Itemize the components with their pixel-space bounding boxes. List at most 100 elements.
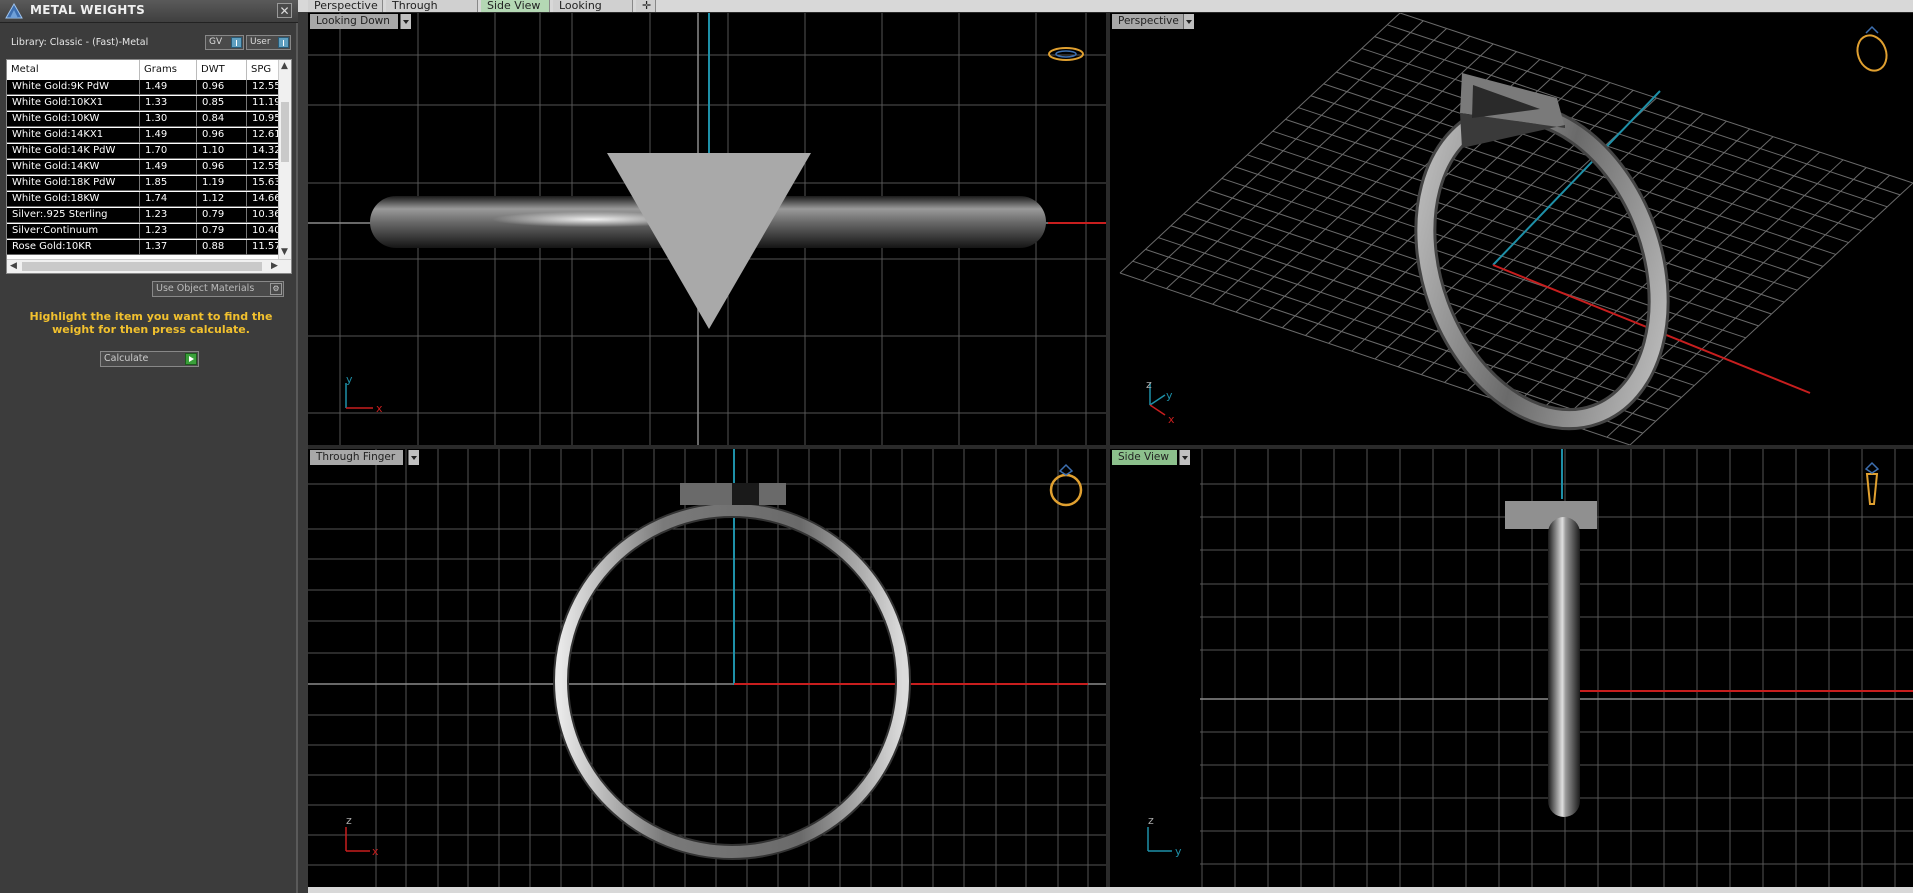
table-cell-spg: 10.36 [247,208,279,223]
panel-title: METAL WEIGHTS [30,3,146,17]
table-cell-spg: 12.55 [247,80,279,95]
table-cell-metal: White Gold:18KW [7,192,140,207]
scroll-thumb[interactable] [22,262,262,271]
use-object-materials-button[interactable]: Use Object Materials ⚙ [152,281,284,297]
toggle-switch-icon [231,37,242,48]
table-cell-metal: Rose Gold:10KR [7,240,140,255]
table-row[interactable]: White Gold:14KW 1.49 0.96 12.55 [7,160,279,175]
scroll-thumb[interactable] [281,102,289,162]
column-header-spg[interactable]: SPG [247,60,279,80]
gv-toggle-label: GV [209,37,223,47]
viewport-label-through-finger[interactable]: Through Finger [310,450,404,465]
calculate-label: Calculate [104,353,149,364]
table-row[interactable]: White Gold:10KX1 1.33 0.85 11.19 [7,96,279,111]
scroll-right-icon[interactable]: ▶ [271,260,278,272]
toggle-switch-icon [278,37,289,48]
viewport-label-perspective[interactable]: Perspective [1112,14,1187,29]
axis-label-x: x [1168,413,1175,426]
vertical-scrollbar[interactable]: ▲ ▼ [278,60,291,260]
table-cell-dwt: 1.19 [197,176,247,191]
viewport-label-side-view[interactable]: Side View [1112,450,1177,465]
table-row[interactable]: Silver:Continuum 1.23 0.79 10.40 [7,224,279,239]
status-bar [308,887,1913,893]
ring-orientation-icon[interactable] [1049,463,1083,507]
table-cell-grams: 1.23 [140,224,197,239]
table-cell-grams: 1.30 [140,112,197,127]
chevron-down-icon[interactable] [1183,14,1194,29]
metal-weights-panel: METAL WEIGHTS ✕ Library: Classic - (Fast… [0,0,298,893]
add-tab-button[interactable]: ✛ [636,0,656,12]
table-cell-grams: 1.49 [140,128,197,143]
table-cell-dwt: 0.84 [197,112,247,127]
axis-gizmo [1147,827,1172,852]
column-header-dwt[interactable]: DWT [197,60,247,80]
tab-through-finger[interactable]: Through Finger [386,0,478,12]
table-row[interactable]: White Gold:18KW 1.74 1.12 14.66 [7,192,279,207]
axis-label-z: z [1148,814,1154,827]
table-cell-dwt: 0.88 [197,240,247,255]
scroll-up-icon[interactable]: ▲ [281,60,288,72]
table-cell-dwt: 0.96 [197,160,247,175]
viewport-perspective[interactable]: z y x Perspective [1110,13,1913,445]
axis-gizmo [1149,383,1166,416]
table-cell-dwt: 1.10 [197,144,247,159]
table-cell-dwt: 1.12 [197,192,247,207]
table-cell-metal: White Gold:10KW [7,112,140,127]
perspective-grid [1119,13,1913,445]
axis-label-z: z [1146,378,1152,391]
viewport-label-looking-down[interactable]: Looking Down [310,14,398,29]
viewport-tabs: Perspective Through Finger Side View Loo… [298,0,1913,12]
through-finger-scene: z x [308,449,1106,887]
table-cell-metal: Silver:.925 Sterling [7,208,140,223]
chevron-down-icon[interactable] [1179,450,1190,465]
chevron-down-icon[interactable] [400,14,411,29]
table-row[interactable]: White Gold:10KW 1.30 0.84 10.95 [7,112,279,127]
table-cell-spg: 11.57 [247,240,279,255]
table-cell-metal: White Gold:18K PdW [7,176,140,191]
gv-toggle[interactable]: GV [205,35,244,50]
table-row[interactable]: White Gold:14K PdW 1.70 1.10 14.32 [7,144,279,159]
axis-gizmo [345,827,370,852]
scroll-left-icon[interactable]: ◀ [10,260,17,272]
side-view-scene: z y [1147,449,1913,887]
tab-looking-down[interactable]: Looking Down [553,0,633,12]
tab-side-view[interactable]: Side View [481,0,550,12]
table-cell-dwt: 0.79 [197,208,247,223]
tab-perspective[interactable]: Perspective [308,0,383,12]
close-button[interactable]: ✕ [277,3,292,18]
user-toggle[interactable]: User [246,35,291,50]
table-row[interactable]: White Gold:9K PdW 1.49 0.96 12.55 [7,80,279,95]
table-cell-dwt: 0.85 [197,96,247,111]
table-cell-grams: 1.37 [140,240,197,255]
table-cell-metal: White Gold:9K PdW [7,80,140,95]
table-cell-grams: 1.49 [140,80,197,95]
column-header-grams[interactable]: Grams [140,60,197,80]
settings-icon: ⚙ [270,283,282,295]
table-cell-spg: 10.40 [247,224,279,239]
viewport-looking-down[interactable]: y x Looking Down [308,13,1106,445]
play-icon [185,353,197,365]
axis-label-y: y [1175,845,1182,858]
table-row[interactable]: White Gold:14KX1 1.49 0.96 12.61 [7,128,279,143]
viewport-through-finger[interactable]: z x Through Finger [308,449,1106,887]
calculate-button[interactable]: Calculate [100,351,199,367]
scroll-down-icon[interactable]: ▼ [281,246,288,258]
table-cell-spg: 14.32 [247,144,279,159]
horizontal-scrollbar[interactable]: ◀ ▶ [7,259,291,273]
ring-band-front [555,504,909,858]
panel-header: METAL WEIGHTS ✕ [0,0,298,23]
viewport-side-view[interactable]: z y Side View [1110,449,1913,887]
chevron-down-icon[interactable] [408,450,419,465]
table-row[interactable]: White Gold:18K PdW 1.85 1.19 15.63 [7,176,279,191]
looking-down-scene: y x [308,13,1106,445]
table-row[interactable]: Silver:.925 Sterling 1.23 0.79 10.36 [7,208,279,223]
ring-orientation-icon[interactable] [1048,47,1084,61]
ring-orientation-icon[interactable] [1853,25,1892,75]
axis-label-z: z [346,814,352,827]
table-cell-spg: 14.66 [247,192,279,207]
table-row[interactable]: Rose Gold:10KR 1.37 0.88 11.57 [7,240,279,255]
panel-divider [298,12,308,893]
add-icon: ✛ [642,0,652,12]
column-header-metal[interactable]: Metal [7,60,140,80]
table-cell-spg: 12.55 [247,160,279,175]
